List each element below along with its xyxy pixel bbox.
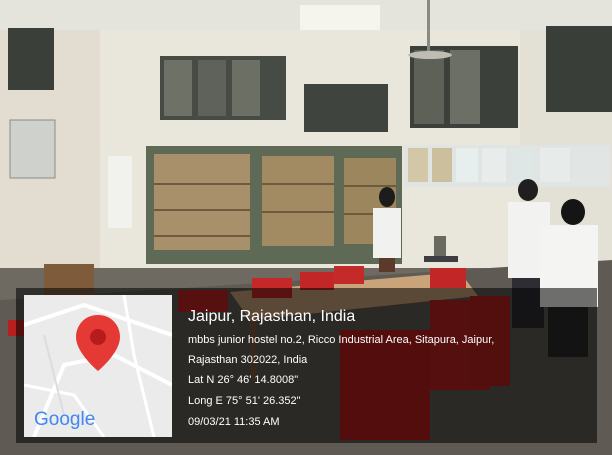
address-line-2: Rajasthan 302022, India (188, 354, 308, 366)
address-line-1: mbbs junior hostel no.2, Ricco Industria… (188, 334, 495, 346)
latitude: Lat N 26° 46' 14.8008" (188, 374, 299, 386)
longitude: Long E 75° 51' 26.352" (188, 395, 301, 407)
location-title: Jaipur, Rajasthan, India (188, 308, 356, 325)
google-logo: Google (34, 409, 95, 430)
map-thumbnail: Google (24, 295, 172, 437)
datetime: 09/03/21 11:35 AM (188, 416, 280, 428)
